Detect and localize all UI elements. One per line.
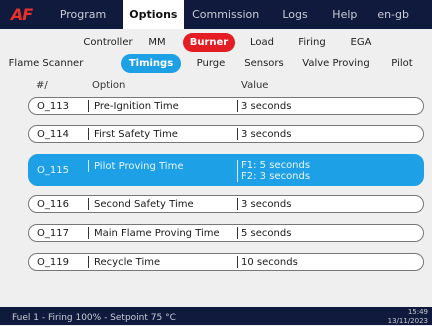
- row-option: Pilot Proving Time: [88, 160, 183, 172]
- row-value-line-2: F2: 3 seconds: [241, 171, 311, 182]
- top-nav: AF Program Options Commission Logs Help …: [0, 0, 432, 29]
- table-row[interactable]: O_114 First Safety Time 3 seconds: [28, 125, 424, 143]
- row-option: Recycle Time: [88, 256, 160, 268]
- status-text: Fuel 1 - Firing 100% - Setpoint 75 °C: [12, 313, 176, 323]
- table-row-selected[interactable]: O_115 Pilot Proving Time F1: 5 seconds F…: [28, 154, 424, 186]
- tab-firing[interactable]: Firing: [294, 33, 330, 52]
- nav-logs[interactable]: Logs: [268, 0, 323, 29]
- tab-ega[interactable]: EGA: [346, 33, 376, 52]
- clock-time: 15:49: [407, 308, 428, 316]
- status-bar: Fuel 1 - Firing 100% - Setpoint 75 °C 15…: [0, 307, 432, 325]
- row-value: 3 seconds: [237, 100, 291, 112]
- tab-valve-proving[interactable]: Valve Proving: [302, 54, 369, 73]
- options-category-tabs: Controller MM Burner Load Firing EGA: [0, 33, 432, 52]
- row-option: First Safety Time: [88, 128, 178, 140]
- row-id: O_115: [37, 164, 69, 176]
- row-value: 3 seconds: [237, 128, 291, 140]
- nav-commission[interactable]: Commission: [184, 0, 268, 29]
- row-id: O_117: [37, 227, 69, 239]
- row-value: 10 seconds: [237, 256, 298, 268]
- table-row[interactable]: O_116 Second Safety Time 3 seconds: [28, 195, 424, 213]
- tab-timings[interactable]: Timings: [121, 54, 181, 73]
- af-logo: AF: [10, 5, 33, 24]
- nav-program[interactable]: Program: [43, 0, 123, 29]
- tab-flame-scanner[interactable]: Flame Scanner: [9, 54, 84, 73]
- row-value: 5 seconds: [237, 227, 291, 239]
- column-header-option: Option: [92, 80, 126, 91]
- row-id: O_114: [37, 128, 69, 140]
- row-value: 3 seconds: [237, 198, 291, 210]
- row-option: Second Safety Time: [88, 198, 194, 210]
- nav-language[interactable]: en-gb: [367, 0, 432, 29]
- row-value-line-1: F1: 5 seconds: [241, 160, 311, 171]
- row-id: O_113: [37, 100, 69, 112]
- column-header-id: #/: [36, 80, 48, 91]
- row-option: Pre-Ignition Time: [88, 100, 179, 112]
- tab-sensors[interactable]: Sensors: [243, 54, 285, 73]
- row-id: O_116: [37, 198, 69, 210]
- nav-options[interactable]: Options: [123, 0, 184, 29]
- nav-help[interactable]: Help: [322, 0, 367, 29]
- tab-load[interactable]: Load: [244, 33, 280, 52]
- burner-subcategory-tabs: Flame Scanner Timings Purge Sensors Valv…: [0, 54, 432, 73]
- row-option: Main Flame Proving Time: [88, 227, 220, 239]
- clock: 15:49 13/11/2023: [388, 308, 428, 326]
- tab-controller[interactable]: Controller: [80, 33, 136, 52]
- table-row[interactable]: O_113 Pre-Ignition Time 3 seconds: [28, 97, 424, 115]
- table-row[interactable]: O_119 Recycle Time 10 seconds: [28, 253, 424, 271]
- tab-pilot[interactable]: Pilot: [390, 54, 414, 73]
- row-value: F1: 5 seconds F2: 3 seconds: [237, 160, 310, 182]
- tab-mm[interactable]: MM: [141, 33, 173, 52]
- table-row[interactable]: O_117 Main Flame Proving Time 5 seconds: [28, 224, 424, 242]
- column-header-value: Value: [241, 80, 269, 91]
- tab-burner[interactable]: Burner: [183, 33, 235, 52]
- table-header: #/ Option Value: [0, 80, 432, 94]
- tab-purge[interactable]: Purge: [193, 54, 229, 73]
- row-id: O_119: [37, 256, 69, 268]
